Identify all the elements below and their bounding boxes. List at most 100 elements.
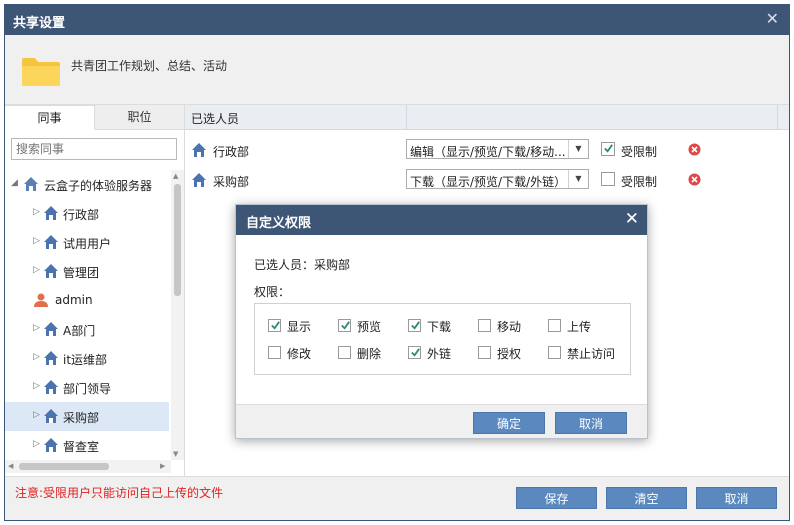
scroll-thumb[interactable] bbox=[174, 184, 181, 296]
checkbox[interactable] bbox=[268, 319, 281, 332]
perm-label: 外链 bbox=[427, 347, 452, 361]
checkmark-icon bbox=[604, 144, 613, 153]
tree-root[interactable]: ◢ 云盒子的体验服务器 bbox=[5, 170, 169, 199]
perm-label: 删除 bbox=[357, 347, 382, 361]
expand-arrow-icon[interactable]: ▷ bbox=[33, 265, 40, 275]
dropdown-arrow-icon[interactable]: ▼ bbox=[568, 140, 588, 158]
checkbox[interactable] bbox=[478, 319, 491, 332]
restricted-label: 受限制 bbox=[621, 145, 658, 159]
dialog-footer: 注意:受限用户只能访问自己上传的文件 保存 清空 取消 bbox=[5, 476, 789, 520]
tree-item-label: 管理团 bbox=[63, 266, 100, 280]
perm-label: 移动 bbox=[497, 320, 522, 334]
restricted-checkbox[interactable] bbox=[601, 172, 615, 186]
column-header: 已选人员 bbox=[191, 112, 240, 126]
scroll-right-icon[interactable]: ▶ bbox=[160, 462, 165, 470]
scroll-thumb[interactable] bbox=[19, 463, 109, 470]
perm-label: 上传 bbox=[567, 320, 592, 334]
cancel-button[interactable]: 取消 bbox=[696, 487, 777, 509]
tree-item-selected[interactable]: ▷ 采购部 bbox=[5, 402, 169, 431]
checkbox[interactable] bbox=[548, 346, 561, 359]
folder-icon bbox=[22, 58, 60, 86]
home-icon bbox=[192, 143, 206, 157]
search-input[interactable] bbox=[11, 138, 177, 160]
column-divider bbox=[777, 105, 778, 130]
perm-authorize[interactable]: 授权 bbox=[478, 344, 548, 362]
expand-arrow-icon[interactable]: ▷ bbox=[33, 381, 40, 391]
permission-label: 权限： bbox=[254, 285, 291, 299]
checkbox[interactable] bbox=[268, 346, 281, 359]
perm-delete[interactable]: 删除 bbox=[338, 344, 408, 362]
checkbox[interactable] bbox=[338, 319, 351, 332]
checkbox[interactable] bbox=[408, 319, 421, 332]
restricted-label: 受限制 bbox=[621, 175, 658, 189]
checkbox[interactable] bbox=[548, 319, 561, 332]
folder-name: 共青团工作规划、总结、活动 bbox=[71, 59, 228, 73]
collapse-arrow-icon[interactable]: ◢ bbox=[11, 178, 18, 188]
perm-external-link[interactable]: 外链 bbox=[408, 344, 478, 362]
tree-item[interactable]: admin bbox=[5, 286, 169, 315]
permission-select[interactable]: 下载（显示/预览/下载/外链） ▼ bbox=[406, 169, 589, 189]
checkbox[interactable] bbox=[408, 346, 421, 359]
modal-footer: 确定 取消 bbox=[236, 404, 647, 438]
tab-colleagues[interactable]: 同事 bbox=[5, 105, 95, 130]
clear-button[interactable]: 清空 bbox=[606, 487, 687, 509]
title-bar: 共享设置 ✕ bbox=[5, 5, 789, 35]
perm-preview[interactable]: 预览 bbox=[338, 317, 408, 335]
perm-modify[interactable]: 修改 bbox=[268, 344, 338, 362]
expand-arrow-icon[interactable]: ▷ bbox=[33, 323, 40, 333]
custom-permission-modal: 自定义权限 ✕ 已选人员：采购部 权限： 显示 预览 下载 移动 上传 修改 删… bbox=[235, 204, 648, 439]
member-name: 采购部 bbox=[213, 175, 250, 189]
save-button[interactable]: 保存 bbox=[516, 487, 597, 509]
perm-label: 修改 bbox=[287, 347, 312, 361]
horizontal-scrollbar[interactable]: ◀ ▶ bbox=[5, 460, 171, 473]
delete-icon[interactable] bbox=[688, 173, 701, 186]
restricted-checkbox[interactable] bbox=[601, 142, 615, 156]
vertical-scrollbar[interactable]: ▲ ▼ bbox=[171, 170, 184, 460]
dropdown-arrow-icon[interactable]: ▼ bbox=[568, 170, 588, 188]
close-icon[interactable]: ✕ bbox=[625, 209, 639, 229]
tab-positions[interactable]: 职位 bbox=[95, 105, 184, 130]
home-icon bbox=[44, 322, 58, 336]
tree-item[interactable]: ▷ 行政部 bbox=[5, 199, 169, 228]
scroll-up-icon[interactable]: ▲ bbox=[173, 172, 178, 180]
modal-cancel-button[interactable]: 取消 bbox=[555, 412, 627, 434]
tree-item[interactable]: ▷ 督查室 bbox=[5, 431, 169, 460]
perm-deny-access[interactable]: 禁止访问 bbox=[548, 344, 618, 362]
member-row: 采购部 下载（显示/预览/下载/外链） ▼ 受限制 bbox=[185, 165, 789, 195]
ok-button[interactable]: 确定 bbox=[473, 412, 545, 434]
perm-label: 禁止访问 bbox=[567, 347, 616, 361]
delete-icon[interactable] bbox=[688, 143, 701, 156]
tree-item-label: 部门领导 bbox=[63, 382, 112, 396]
perm-move[interactable]: 移动 bbox=[478, 317, 548, 335]
tree-item-label: admin bbox=[55, 293, 93, 307]
perm-display[interactable]: 显示 bbox=[268, 317, 338, 335]
perm-upload[interactable]: 上传 bbox=[548, 317, 618, 335]
permission-value: 编辑（显示/预览/下载/移动... bbox=[410, 145, 566, 159]
close-icon[interactable]: ✕ bbox=[766, 9, 779, 28]
scroll-down-icon[interactable]: ▼ bbox=[173, 450, 178, 458]
home-icon bbox=[44, 409, 58, 423]
expand-arrow-icon[interactable]: ▷ bbox=[33, 207, 40, 217]
perm-label: 授权 bbox=[497, 347, 522, 361]
checkbox[interactable] bbox=[338, 346, 351, 359]
expand-arrow-icon[interactable]: ▷ bbox=[33, 410, 40, 420]
perm-label: 显示 bbox=[287, 320, 312, 334]
column-divider bbox=[406, 105, 407, 130]
perm-download[interactable]: 下载 bbox=[408, 317, 478, 335]
checkbox[interactable] bbox=[478, 346, 491, 359]
home-icon bbox=[44, 380, 58, 394]
tree-item-label: A部门 bbox=[63, 324, 96, 338]
tree-item[interactable]: ▷ it运维部 bbox=[5, 344, 169, 373]
scroll-left-icon[interactable]: ◀ bbox=[8, 462, 13, 470]
tree-item[interactable]: ▷ 试用用户 bbox=[5, 228, 169, 257]
expand-arrow-icon[interactable]: ▷ bbox=[33, 352, 40, 362]
expand-arrow-icon[interactable]: ▷ bbox=[33, 236, 40, 246]
tree-item[interactable]: ▷ 管理团 bbox=[5, 257, 169, 286]
expand-arrow-icon[interactable]: ▷ bbox=[33, 439, 40, 449]
permission-select[interactable]: 编辑（显示/预览/下载/移动... ▼ bbox=[406, 139, 589, 159]
tree-item[interactable]: ▷ 部门领导 bbox=[5, 373, 169, 402]
left-panel: 同事 职位 ◢ 云盒子的体验服务器 ▷ 行政部 ▷ 试用用户 ▷ bbox=[5, 105, 185, 476]
tree-item[interactable]: ▷ A部门 bbox=[5, 315, 169, 344]
permission-box: 显示 预览 下载 移动 上传 修改 删除 外链 授权 禁止访问 bbox=[254, 303, 631, 375]
checkmark-icon bbox=[411, 321, 420, 330]
